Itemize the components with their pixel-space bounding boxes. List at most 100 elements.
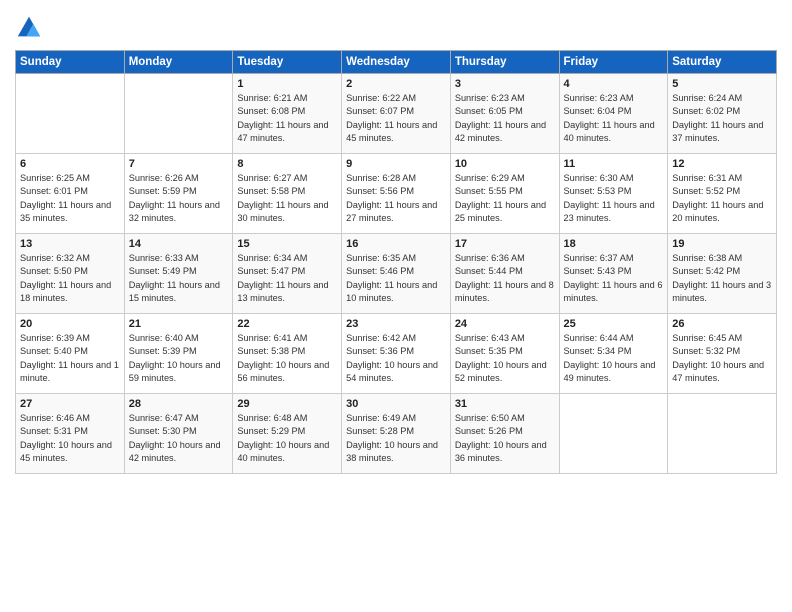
calendar-cell: [668, 394, 777, 474]
day-info: Sunrise: 6:23 AM Sunset: 6:05 PM Dayligh…: [455, 92, 555, 145]
header-row: SundayMondayTuesdayWednesdayThursdayFrid…: [16, 51, 777, 74]
column-header-saturday: Saturday: [668, 51, 777, 74]
week-row-4: 20Sunrise: 6:39 AM Sunset: 5:40 PM Dayli…: [16, 314, 777, 394]
calendar-cell: 31 Sunrise: 6:50 AM Sunset: 5:26 PM Dayli…: [450, 394, 559, 474]
calendar-cell: 24 Sunrise: 6:43 AM Sunset: 5:35 PM Dayli…: [450, 314, 559, 394]
day-info: Sunrise: 6:50 AM Sunset: 5:26 PM Dayligh…: [455, 412, 555, 465]
day-number: 24: [455, 318, 555, 330]
week-row-1: 1Sunrise: 6:21 AM Sunset: 6:08 PM Daylig…: [16, 74, 777, 154]
day-info: Sunrise: 6:45 AM Sunset: 5:32 PM Dayligh…: [672, 332, 772, 385]
day-number: 7: [129, 158, 229, 170]
day-number: 29: [237, 398, 337, 410]
calendar-cell: 6 Sunrise: 6:25 AM Sunset: 6:01 PM Daylig…: [16, 154, 125, 234]
column-header-tuesday: Tuesday: [233, 51, 342, 74]
calendar-cell: 27 Sunrise: 6:46 AM Sunset: 5:31 PM Dayli…: [16, 394, 125, 474]
day-info: Sunrise: 6:41 AM Sunset: 5:38 PM Dayligh…: [237, 332, 337, 385]
day-number: 17: [455, 238, 555, 250]
day-info: Sunrise: 6:34 AM Sunset: 5:47 PM Dayligh…: [237, 252, 337, 305]
calendar-cell: 21 Sunrise: 6:40 AM Sunset: 5:39 PM Dayli…: [124, 314, 233, 394]
day-info: Sunrise: 6:39 AM Sunset: 5:40 PM Dayligh…: [20, 332, 120, 385]
calendar-page: SundayMondayTuesdayWednesdayThursdayFrid…: [0, 0, 792, 612]
day-number: 27: [20, 398, 120, 410]
day-number: 31: [455, 398, 555, 410]
day-info: Sunrise: 6:36 AM Sunset: 5:44 PM Dayligh…: [455, 252, 555, 305]
day-number: 6: [20, 158, 120, 170]
day-number: 13: [20, 238, 120, 250]
day-number: 11: [564, 158, 664, 170]
calendar-cell: 1Sunrise: 6:21 AM Sunset: 6:08 PM Daylig…: [233, 74, 342, 154]
calendar-cell: 17 Sunrise: 6:36 AM Sunset: 5:44 PM Dayli…: [450, 234, 559, 314]
day-number: 3: [455, 78, 555, 90]
day-info: Sunrise: 6:48 AM Sunset: 5:29 PM Dayligh…: [237, 412, 337, 465]
day-info: Sunrise: 6:49 AM Sunset: 5:28 PM Dayligh…: [346, 412, 446, 465]
day-number: 4: [564, 78, 664, 90]
calendar-cell: 4 Sunrise: 6:23 AM Sunset: 6:04 PM Daylig…: [559, 74, 668, 154]
day-number: 10: [455, 158, 555, 170]
calendar-cell: 2 Sunrise: 6:22 AM Sunset: 6:07 PM Daylig…: [342, 74, 451, 154]
day-info: Sunrise: 6:23 AM Sunset: 6:04 PM Dayligh…: [564, 92, 664, 145]
day-info: Sunrise: 6:43 AM Sunset: 5:35 PM Dayligh…: [455, 332, 555, 385]
day-info: Sunrise: 6:29 AM Sunset: 5:55 PM Dayligh…: [455, 172, 555, 225]
day-number: 19: [672, 238, 772, 250]
calendar-cell: 30Sunrise: 6:49 AM Sunset: 5:28 PM Dayli…: [342, 394, 451, 474]
day-number: 23: [346, 318, 446, 330]
calendar-cell: 22 Sunrise: 6:41 AM Sunset: 5:38 PM Dayli…: [233, 314, 342, 394]
day-info: Sunrise: 6:30 AM Sunset: 5:53 PM Dayligh…: [564, 172, 664, 225]
column-header-sunday: Sunday: [16, 51, 125, 74]
calendar-cell: 5 Sunrise: 6:24 AM Sunset: 6:02 PM Daylig…: [668, 74, 777, 154]
day-number: 15: [237, 238, 337, 250]
calendar-cell: 3 Sunrise: 6:23 AM Sunset: 6:05 PM Daylig…: [450, 74, 559, 154]
calendar-cell: 29 Sunrise: 6:48 AM Sunset: 5:29 PM Dayli…: [233, 394, 342, 474]
column-header-monday: Monday: [124, 51, 233, 74]
day-info: Sunrise: 6:40 AM Sunset: 5:39 PM Dayligh…: [129, 332, 229, 385]
day-info: Sunrise: 6:25 AM Sunset: 6:01 PM Dayligh…: [20, 172, 120, 225]
calendar-cell: 20Sunrise: 6:39 AM Sunset: 5:40 PM Dayli…: [16, 314, 125, 394]
calendar-cell: [16, 74, 125, 154]
day-number: 14: [129, 238, 229, 250]
day-info: Sunrise: 6:22 AM Sunset: 6:07 PM Dayligh…: [346, 92, 446, 145]
day-info: Sunrise: 6:32 AM Sunset: 5:50 PM Dayligh…: [20, 252, 120, 305]
day-info: Sunrise: 6:46 AM Sunset: 5:31 PM Dayligh…: [20, 412, 120, 465]
day-number: 12: [672, 158, 772, 170]
column-header-thursday: Thursday: [450, 51, 559, 74]
day-number: 26: [672, 318, 772, 330]
day-info: Sunrise: 6:44 AM Sunset: 5:34 PM Dayligh…: [564, 332, 664, 385]
day-info: Sunrise: 6:47 AM Sunset: 5:30 PM Dayligh…: [129, 412, 229, 465]
calendar-cell: 16Sunrise: 6:35 AM Sunset: 5:46 PM Dayli…: [342, 234, 451, 314]
day-number: 9: [346, 158, 446, 170]
day-info: Sunrise: 6:37 AM Sunset: 5:43 PM Dayligh…: [564, 252, 664, 305]
calendar-cell: 23 Sunrise: 6:42 AM Sunset: 5:36 PM Dayli…: [342, 314, 451, 394]
week-row-5: 27 Sunrise: 6:46 AM Sunset: 5:31 PM Dayli…: [16, 394, 777, 474]
calendar-cell: 28 Sunrise: 6:47 AM Sunset: 5:30 PM Dayli…: [124, 394, 233, 474]
day-info: Sunrise: 6:31 AM Sunset: 5:52 PM Dayligh…: [672, 172, 772, 225]
calendar-cell: 15 Sunrise: 6:34 AM Sunset: 5:47 PM Dayli…: [233, 234, 342, 314]
day-info: Sunrise: 6:35 AM Sunset: 5:46 PM Dayligh…: [346, 252, 446, 305]
day-number: 8: [237, 158, 337, 170]
calendar-cell: 19 Sunrise: 6:38 AM Sunset: 5:42 PM Dayli…: [668, 234, 777, 314]
day-info: Sunrise: 6:24 AM Sunset: 6:02 PM Dayligh…: [672, 92, 772, 145]
day-number: 5: [672, 78, 772, 90]
logo-icon: [15, 14, 43, 42]
calendar-cell: 7 Sunrise: 6:26 AM Sunset: 5:59 PM Daylig…: [124, 154, 233, 234]
calendar-cell: 10 Sunrise: 6:29 AM Sunset: 5:55 PM Dayli…: [450, 154, 559, 234]
day-info: Sunrise: 6:38 AM Sunset: 5:42 PM Dayligh…: [672, 252, 772, 305]
day-number: 18: [564, 238, 664, 250]
calendar-table: SundayMondayTuesdayWednesdayThursdayFrid…: [15, 50, 777, 474]
column-header-friday: Friday: [559, 51, 668, 74]
week-row-2: 6 Sunrise: 6:25 AM Sunset: 6:01 PM Daylig…: [16, 154, 777, 234]
day-info: Sunrise: 6:28 AM Sunset: 5:56 PM Dayligh…: [346, 172, 446, 225]
calendar-cell: 12 Sunrise: 6:31 AM Sunset: 5:52 PM Dayli…: [668, 154, 777, 234]
calendar-cell: 11 Sunrise: 6:30 AM Sunset: 5:53 PM Dayli…: [559, 154, 668, 234]
day-number: 28: [129, 398, 229, 410]
day-number: 21: [129, 318, 229, 330]
day-number: 22: [237, 318, 337, 330]
day-number: 2: [346, 78, 446, 90]
day-info: Sunrise: 6:42 AM Sunset: 5:36 PM Dayligh…: [346, 332, 446, 385]
logo: [15, 14, 46, 42]
header: [15, 10, 777, 42]
calendar-cell: 9 Sunrise: 6:28 AM Sunset: 5:56 PM Daylig…: [342, 154, 451, 234]
column-header-wednesday: Wednesday: [342, 51, 451, 74]
day-info: Sunrise: 6:26 AM Sunset: 5:59 PM Dayligh…: [129, 172, 229, 225]
day-info: Sunrise: 6:21 AM Sunset: 6:08 PM Dayligh…: [237, 92, 337, 145]
calendar-cell: 26 Sunrise: 6:45 AM Sunset: 5:32 PM Dayli…: [668, 314, 777, 394]
